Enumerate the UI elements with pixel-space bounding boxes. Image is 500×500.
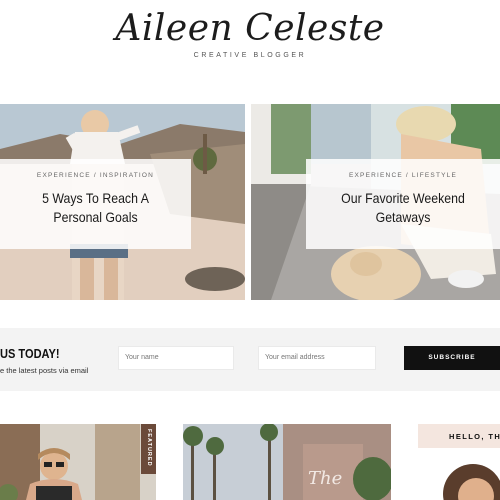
hello-label: HELLO, THE xyxy=(449,432,500,441)
post-card-personal-goals[interactable]: EXPERIENCE / INSPIRATION 5 Ways To Reach… xyxy=(0,104,245,300)
name-input[interactable]: Your name xyxy=(118,346,234,370)
post-overlay: EXPERIENCE / LIFESTYLE Our Favorite Week… xyxy=(306,159,500,249)
post-tile-hotel[interactable]: The xyxy=(183,424,391,500)
post-title[interactable]: Our Favorite Weekend Getaways xyxy=(318,189,489,227)
post-overlay: EXPERIENCE / INSPIRATION 5 Ways To Reach… xyxy=(0,159,191,249)
post-category[interactable]: EXPERIENCE / INSPIRATION xyxy=(0,172,191,179)
hello-banner: HELLO, THE xyxy=(418,424,500,448)
svg-text:The: The xyxy=(308,468,342,489)
site-logo[interactable]: Aileen Celeste xyxy=(0,8,500,49)
post-photo-palm-hotel: The xyxy=(183,424,391,500)
subscribe-description: e the latest posts via email xyxy=(0,366,89,375)
featured-tag: FEATURED xyxy=(141,424,156,474)
post-card-weekend-getaways[interactable]: EXPERIENCE / LIFESTYLE Our Favorite Week… xyxy=(251,104,500,300)
post-category[interactable]: EXPERIENCE / LIFESTYLE xyxy=(306,172,500,179)
post-title[interactable]: 5 Ways To Reach A Personal Goals xyxy=(11,189,179,227)
post-photo-woman-sunglasses xyxy=(0,424,156,500)
featured-post-tile[interactable] xyxy=(0,424,156,500)
subscribe-heading: US TODAY! xyxy=(0,346,60,361)
site-tagline: CREATIVE BLOGGER xyxy=(193,52,307,59)
subscribe-button[interactable]: SUBSCRIBE xyxy=(404,346,500,370)
site-header: Aileen Celeste CREATIVE BLOGGER xyxy=(0,0,500,80)
featured-label: FEATURED xyxy=(146,429,152,467)
email-input[interactable]: Your email address xyxy=(258,346,376,370)
